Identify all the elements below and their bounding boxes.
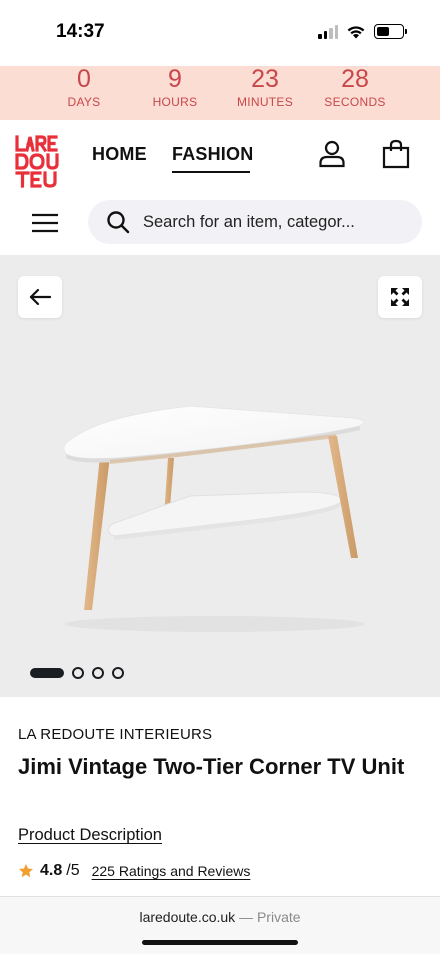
fullscreen-button[interactable] — [378, 276, 422, 318]
home-indicator[interactable] — [142, 940, 298, 945]
pagination-dot-active[interactable] — [30, 668, 64, 678]
rating-score: 4.8 — [40, 862, 63, 879]
search-placeholder: Search for an item, categor... — [143, 212, 355, 231]
product-description-link[interactable]: Product Description — [18, 826, 162, 845]
expand-icon — [391, 288, 409, 306]
hamburger-menu-icon — [32, 213, 58, 233]
countdown-days-value: 0 — [77, 65, 91, 93]
countdown-days: 0 DAYS — [39, 66, 129, 109]
countdown-days-label: DAYS — [67, 95, 101, 109]
countdown-hours-value: 9 — [168, 65, 182, 93]
pagination-dot[interactable] — [112, 667, 124, 679]
countdown-minutes: 23 MINUTES — [220, 66, 310, 109]
search-icon — [107, 211, 130, 234]
shopping-bag-icon — [382, 139, 410, 169]
pagination-dot[interactable] — [72, 667, 84, 679]
site-header: HOME FASHION Search for an item, categor… — [0, 120, 440, 256]
menu-button[interactable] — [28, 208, 62, 238]
url-display[interactable]: laredoute.co.uk — Private — [0, 909, 440, 925]
arrow-left-icon — [29, 288, 51, 306]
bag-button[interactable] — [378, 136, 414, 172]
url-domain: laredoute.co.uk — [139, 909, 236, 925]
wifi-icon — [347, 26, 365, 39]
countdown-seconds-value: 28 — [341, 65, 369, 93]
product-image-gallery[interactable] — [0, 256, 440, 697]
pagination-dot[interactable] — [92, 667, 104, 679]
countdown-minutes-label: MINUTES — [236, 95, 294, 109]
nav-home[interactable]: HOME — [92, 144, 147, 165]
la-redoute-logo[interactable] — [14, 134, 70, 190]
countdown-hours: 9 HOURS — [130, 66, 220, 109]
rating-max: /5 — [66, 862, 80, 879]
image-pagination[interactable] — [30, 667, 124, 679]
countdown-seconds-label: SECONDS — [324, 95, 386, 109]
account-button[interactable] — [314, 136, 350, 172]
countdown-minutes-value: 23 — [251, 65, 279, 93]
battery-icon — [374, 24, 407, 39]
status-icons — [318, 24, 407, 39]
user-icon — [319, 140, 345, 168]
product-title: Jimi Vintage Two-Tier Corner TV Unit — [18, 754, 405, 779]
status-bar: 14:37 — [0, 0, 440, 66]
product-rating: 4.8 /5 225 Ratings and Reviews — [18, 862, 250, 880]
nav-fashion[interactable]: FASHION — [172, 144, 253, 165]
back-button[interactable] — [18, 276, 62, 318]
reviews-link[interactable]: 225 Ratings and Reviews — [92, 863, 251, 879]
signal-icon — [318, 24, 338, 39]
countdown-hours-label: HOURS — [152, 95, 198, 109]
private-mode-label: — Private — [239, 909, 301, 925]
product-brand[interactable]: LA REDOUTE INTERIEURS — [18, 726, 212, 743]
sale-countdown-banner: 0 DAYS 9 HOURS 23 MINUTES 28 SECONDS — [0, 66, 440, 120]
product-photo — [63, 405, 365, 632]
star-icon — [19, 864, 33, 878]
status-time: 14:37 — [56, 21, 105, 42]
browser-address-bar[interactable]: laredoute.co.uk — Private — [0, 896, 440, 954]
search-input[interactable]: Search for an item, categor... — [88, 200, 422, 244]
countdown-seconds: 28 SECONDS — [310, 66, 400, 109]
active-nav-underline — [172, 171, 250, 173]
